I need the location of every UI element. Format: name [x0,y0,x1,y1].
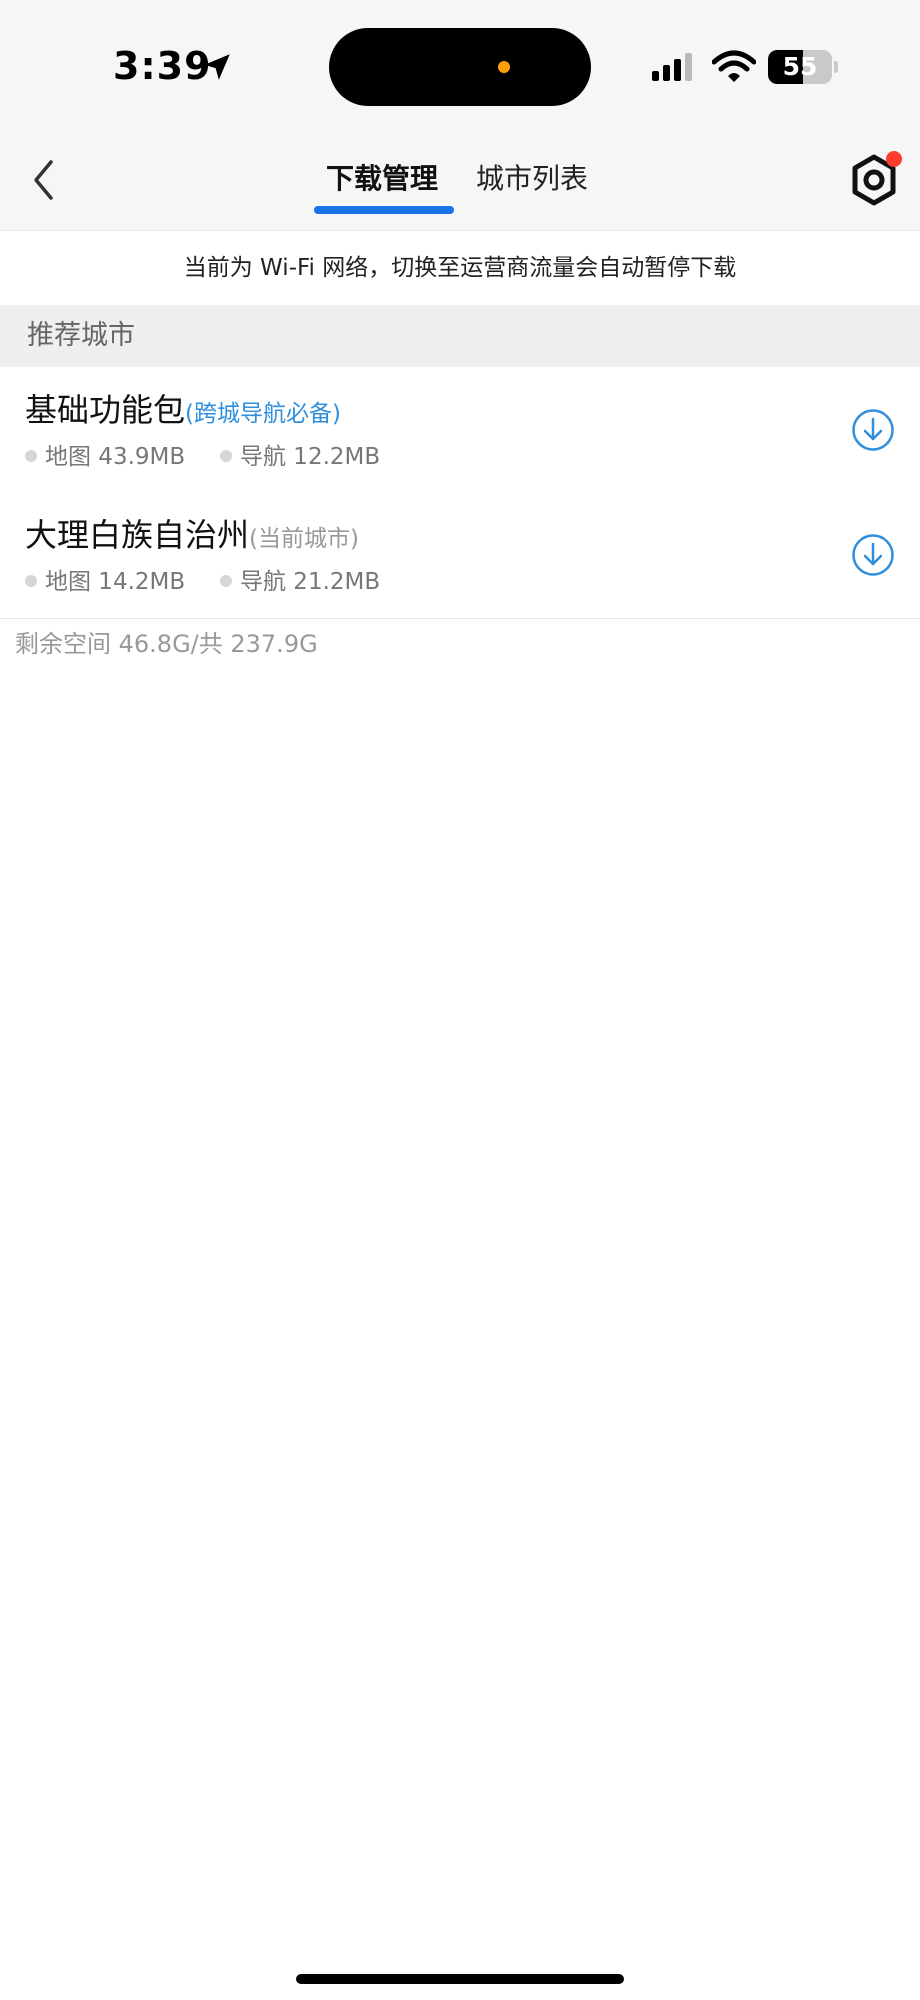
location-arrow-icon [204,54,230,80]
nav-bar: 下载管理 城市列表 [0,135,920,231]
nav-size-label: 导航 21.2MB [240,569,381,595]
download-icon[interactable] [851,533,895,577]
section-header: 推荐城市 [0,305,920,367]
privacy-indicator-dot [498,61,510,73]
item-name: 大理白族自治州 [25,516,250,554]
back-chevron-icon[interactable] [28,155,58,205]
item-name: 基础功能包 [25,391,186,429]
section-title: 推荐城市 [27,320,135,351]
bullet-dot [220,574,232,587]
item-nav-size: 导航 21.2MB [220,566,380,598]
tab-download-management[interactable]: 下载管理 [326,159,438,199]
wifi-icon [712,50,756,82]
nav-size-label: 导航 12.2MB [240,444,381,470]
status-bar: 3:39 55 [0,0,920,135]
home-indicator[interactable] [296,1974,624,1984]
map-size-label: 地图 14.2MB [45,569,186,595]
battery-cap [834,61,838,73]
item-name-row: 大理白族自治州(当前城市) [25,513,359,561]
item-tag: (跨城导航必备) [185,401,341,427]
bullet-dot [25,449,37,462]
item-map-size: 地图 14.2MB [25,566,185,598]
dynamic-island [329,28,591,106]
item-nav-size: 导航 12.2MB [220,441,380,473]
battery-icon: 55 [768,50,832,84]
list-item[interactable]: 基础功能包(跨城导航必备) 地图 43.9MB 导航 12.2MB [0,368,920,494]
item-map-size: 地图 43.9MB [25,441,185,473]
item-name-row: 基础功能包(跨城导航必备) [25,388,341,436]
map-size-label: 地图 43.9MB [45,444,186,470]
active-tab-indicator [314,206,454,214]
battery-level: 55 [782,52,818,81]
notification-dot [886,151,902,167]
download-icon[interactable] [851,408,895,452]
wifi-notice: 当前为 Wi-Fi 网络，切换至运营商流量会自动暂停下载 [0,231,920,305]
cellular-signal-icon [652,53,692,81]
storage-info: 剩余空间 46.8G/共 237.9G [15,630,318,658]
status-time: 3:39 [113,44,212,88]
list-item[interactable]: 大理白族自治州(当前城市) 地图 14.2MB 导航 21.2MB [0,493,920,619]
tab-city-list[interactable]: 城市列表 [476,159,588,199]
item-tag: (当前城市) [249,526,359,552]
bullet-dot [25,574,37,587]
bullet-dot [220,449,232,462]
